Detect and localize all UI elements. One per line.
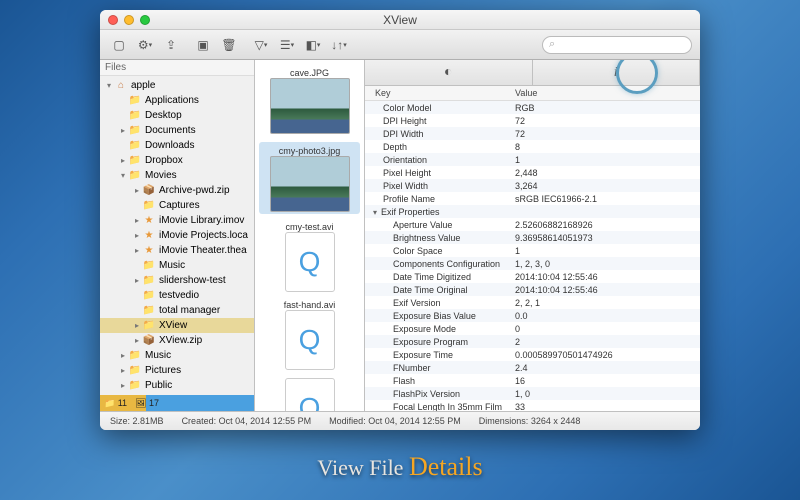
search-icon: ⌕ (549, 38, 555, 51)
thumb-size-button[interactable]: ◧▾ (302, 35, 324, 55)
property-row: Depth8 (365, 140, 700, 153)
property-list[interactable]: Color ModelRGBDPI Height72DPI Width72Dep… (365, 101, 700, 411)
column-value: Value (515, 88, 700, 98)
property-row: Exposure Mode0 (365, 322, 700, 335)
content-area: Files ▾⌂apple📁Applications📁Desktop▸📁Docu… (100, 60, 700, 412)
tree-item[interactable]: ▸📁Music (100, 348, 254, 363)
tree-item[interactable]: ▸📁XView (100, 318, 254, 333)
property-row: Profile NamesRGB IEC61966-2.1 (365, 192, 700, 205)
delete-button[interactable]: 🗑 (218, 35, 240, 55)
property-row: FNumber2.4 (365, 361, 700, 374)
tree-item[interactable]: ▸📁slidershow-test (100, 273, 254, 288)
property-row: Aperture Value2.52606882168926 (365, 218, 700, 231)
image-count: 🖼 17 (135, 398, 159, 409)
property-row: Date Time Digitized2014:10:04 12:55:46 (365, 270, 700, 283)
folder-count: 📁 11 (104, 398, 127, 409)
window-title: XView (100, 13, 700, 27)
share-button[interactable]: ⇪ (160, 35, 182, 55)
thumbnail-item[interactable]: Q (259, 378, 360, 411)
tab-info[interactable]: i (533, 60, 701, 85)
property-row: DPI Height72 (365, 114, 700, 127)
status-size: Size: 2.81MB (110, 416, 164, 426)
thumbnail-item[interactable]: fast-hand.aviQ (259, 300, 360, 370)
tree-item[interactable]: ▸★iMovie Library.imov (100, 213, 254, 228)
tab-preview[interactable]: ◐ (365, 60, 533, 85)
gear-menu-button[interactable]: ⚙︎▾ (134, 35, 156, 55)
tree-item[interactable]: ▸📁Public (100, 378, 254, 393)
statusbar: Size: 2.81MB Created: Oct 04, 2014 12:55… (100, 412, 700, 430)
property-header: Key Value (365, 86, 700, 101)
tree-item[interactable]: 📁testvedio (100, 288, 254, 303)
sidebar-header: Files (100, 60, 254, 76)
marketing-caption: View File Details (0, 452, 800, 482)
new-folder-button[interactable]: ▣ (192, 35, 214, 55)
view-mode-button[interactable]: ☰▾ (276, 35, 298, 55)
sort-button[interactable]: ↓↑▾ (328, 35, 350, 55)
property-row: Exposure Program2 (365, 335, 700, 348)
status-created: Created: Oct 04, 2014 12:55 PM (182, 416, 312, 426)
tree-item[interactable]: 📁Applications (100, 93, 254, 108)
tree-item[interactable]: 📁total manager (100, 303, 254, 318)
tree-item[interactable]: ▸★iMovie Theater.thea (100, 243, 254, 258)
property-row: Pixel Height2,448 (365, 166, 700, 179)
property-row: Flash16 (365, 374, 700, 387)
thumbnail-item[interactable]: cmy-test.aviQ (259, 222, 360, 292)
details-panel: ◐ i Key Value Color ModelRGBDPI Height72… (365, 60, 700, 411)
status-modified: Modified: Oct 04, 2014 12:55 PM (329, 416, 461, 426)
tree-item[interactable]: ▾📁Movies (100, 168, 254, 183)
property-row: Exposure Time0.000589970501474926 (365, 348, 700, 361)
property-row: Brightness Value9.36958614051973 (365, 231, 700, 244)
tree-item[interactable]: 📁Desktop (100, 108, 254, 123)
detail-tabs: ◐ i (365, 60, 700, 86)
property-row: Date Time Original2014:10:04 12:55:46 (365, 283, 700, 296)
property-row: FlashPix Version1, 0 (365, 387, 700, 400)
property-row: DPI Width72 (365, 127, 700, 140)
thumbnail-item[interactable]: cave.JPG (259, 68, 360, 134)
tree-item[interactable]: 📁Music (100, 258, 254, 273)
filter-button[interactable]: ▽▾ (250, 35, 272, 55)
tree-item[interactable]: ▸📁Pictures (100, 363, 254, 378)
tree-item[interactable]: ▸★iMovie Projects.loca (100, 228, 254, 243)
folder-tree[interactable]: ▾⌂apple📁Applications📁Desktop▸📁Documents📁… (100, 76, 254, 395)
sidebar-footer: 📁 11 🖼 17 (100, 395, 254, 411)
tree-item[interactable]: ▸📦Archive-pwd.zip (100, 183, 254, 198)
tree-item[interactable]: 📁Downloads (100, 138, 254, 153)
tree-item[interactable]: 📁Captures (100, 198, 254, 213)
status-dimensions: Dimensions: 3264 x 2448 (479, 416, 581, 426)
titlebar: XView (100, 10, 700, 30)
property-row: Exposure Bias Value0.0 (365, 309, 700, 322)
property-row: ▾Exif Properties (365, 205, 700, 218)
tree-item[interactable]: ▸📦XView.zip (100, 333, 254, 348)
property-row: Exif Version2, 2, 1 (365, 296, 700, 309)
property-row: Color ModelRGB (365, 101, 700, 114)
property-row: Orientation1 (365, 153, 700, 166)
property-row: Pixel Width3,264 (365, 179, 700, 192)
toolbar: ▢ ⚙︎▾ ⇪ ▣ 🗑 ▽▾ ☰▾ ◧▾ ↓↑▾ ⌕ (100, 30, 700, 60)
property-row: Focal Length In 35mm Film33 (365, 400, 700, 411)
app-window: XView ▢ ⚙︎▾ ⇪ ▣ 🗑 ▽▾ ☰▾ ◧▾ ↓↑▾ ⌕ Files ▾… (100, 10, 700, 430)
thumbnail-item[interactable]: cmy-photo3.jpg (259, 142, 360, 214)
property-row: Components Configuration1, 2, 3, 0 (365, 257, 700, 270)
tree-item[interactable]: ▸📁Dropbox (100, 153, 254, 168)
tree-item[interactable]: ▸📁Documents (100, 123, 254, 138)
sidebar: Files ▾⌂apple📁Applications📁Desktop▸📁Docu… (100, 60, 255, 411)
folder-tree-button[interactable]: ▢ (108, 35, 130, 55)
column-key: Key (365, 88, 515, 98)
property-row: Color Space1 (365, 244, 700, 257)
search-input[interactable]: ⌕ (542, 36, 692, 54)
thumbnail-list[interactable]: cave.JPG cmy-photo3.jpg cmy-test.aviQ fast-… (255, 60, 365, 411)
tree-item[interactable]: ▾⌂apple (100, 78, 254, 93)
